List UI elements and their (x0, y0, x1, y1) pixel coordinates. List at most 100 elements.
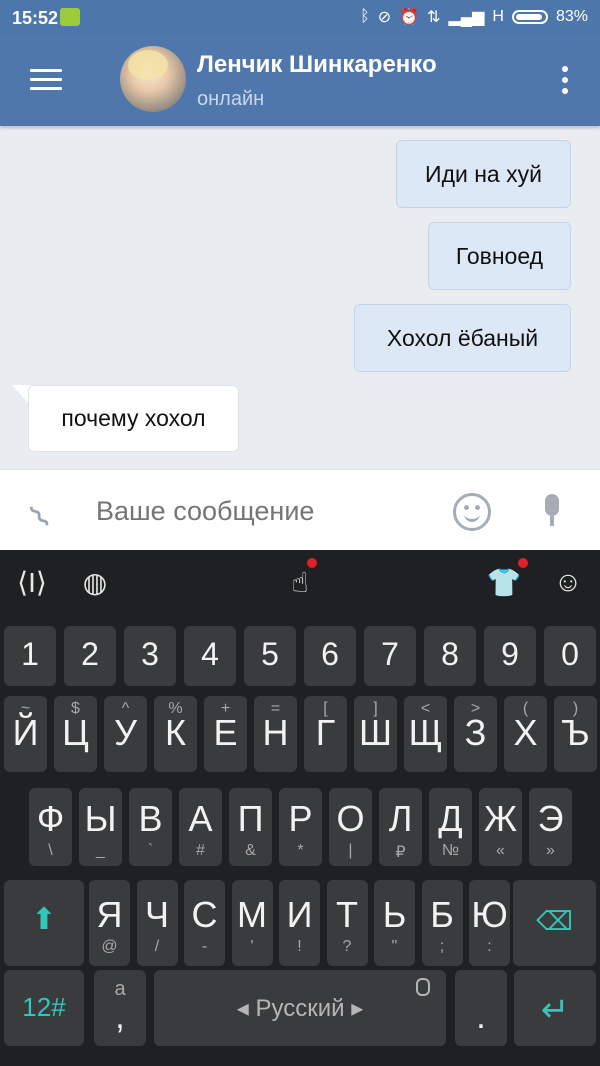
key-label: Ш (359, 712, 392, 753)
key-label: 3 (141, 636, 159, 672)
emoji-icon[interactable] (453, 493, 491, 531)
key-7[interactable]: 7 (364, 626, 416, 686)
key-У[interactable]: ^ У (104, 696, 147, 772)
shift-icon: ⬆ (31, 903, 57, 936)
key-Ъ[interactable]: ) Ъ (554, 696, 597, 772)
key-8[interactable]: 8 (424, 626, 476, 686)
key-Ы[interactable]: Ы _ (79, 788, 122, 866)
key-label: У (114, 712, 137, 753)
backspace-key[interactable]: ⌫ (513, 880, 596, 966)
key-label: 0 (561, 636, 579, 672)
cursor-icon[interactable]: ⟨I⟩ (12, 566, 52, 599)
theme-shirt-icon[interactable]: 👕 (484, 566, 524, 599)
message-bubble-outgoing[interactable]: Говноед (428, 222, 571, 290)
key-5[interactable]: 5 (244, 626, 296, 686)
key-М[interactable]: М ' (231, 880, 273, 966)
key-Р[interactable]: Р * (279, 788, 322, 866)
key-Э[interactable]: Э» (529, 788, 572, 866)
key-Ж[interactable]: Ж « (479, 788, 522, 866)
key-П[interactable]: П & (229, 788, 272, 866)
globe-icon[interactable]: ◍ (75, 566, 115, 599)
key-label: О (336, 798, 365, 839)
symbols-key[interactable]: 12# (4, 970, 84, 1046)
more-options-icon[interactable] (562, 66, 568, 99)
key-label: Ы (84, 798, 117, 839)
key-label: Х (513, 712, 538, 753)
key-Щ[interactable]: < Щ (404, 696, 447, 772)
key-Ш[interactable]: ] Ш (354, 696, 397, 772)
key-label: Ж (483, 798, 518, 839)
key-Д[interactable]: Д № (429, 788, 472, 866)
microphone-icon[interactable] (542, 494, 562, 534)
key-Ф[interactable]: Ф \ (29, 788, 72, 866)
key-secondary-label: : (487, 938, 492, 955)
key-Ч[interactable]: Ч / (136, 880, 178, 966)
attach-icon[interactable]: ⌇ (22, 486, 72, 537)
voice-input-icon[interactable] (416, 978, 430, 996)
symbols-label: 12# (22, 992, 66, 1022)
key-9[interactable]: 9 (484, 626, 536, 686)
comma-key[interactable]: a , (94, 970, 146, 1046)
key-Й[interactable]: ~ Й (4, 696, 47, 772)
key-6[interactable]: 6 (304, 626, 356, 686)
message-bubble-outgoing[interactable]: Хохол ёбаный (354, 304, 571, 372)
key-label: 1 (21, 636, 39, 672)
key-О[interactable]: О | (329, 788, 372, 866)
key-Я[interactable]: Я @ (89, 880, 130, 966)
mute-icon: ⊘ (377, 9, 392, 26)
enter-key[interactable]: ↵ (514, 970, 596, 1046)
avatar[interactable] (120, 46, 186, 112)
key-Л[interactable]: Л ₽ (379, 788, 422, 866)
key-С[interactable]: С- (184, 880, 225, 966)
key-Ц[interactable]: $ Ц (54, 696, 97, 772)
message-bubble-outgoing[interactable]: Иди на хуй (396, 140, 571, 208)
backspace-icon: ⌫ (536, 906, 573, 936)
gesture-icon[interactable]: ☝ (280, 566, 320, 599)
key-secondary-label: ! (297, 938, 302, 955)
key-В[interactable]: В ` (129, 788, 172, 866)
key-label: Ъ (561, 712, 590, 753)
battery-percent: 83% (555, 8, 588, 25)
key-Х[interactable]: (Х (504, 696, 547, 772)
period-label: . (476, 998, 486, 1036)
key-Т[interactable]: Т? (326, 880, 368, 966)
key-label: 4 (201, 636, 219, 672)
key-2[interactable]: 2 (64, 626, 116, 686)
key-label: 9 (501, 636, 519, 672)
key-1[interactable]: 1 (4, 626, 56, 686)
status-icons: ᛒ ⊘ ⏰ ⇅ ▂▄▆ H 83% (360, 7, 588, 27)
key-А[interactable]: А # (179, 788, 222, 866)
key-secondary-label: ₽ (395, 844, 406, 861)
chat-header: Ленчик Шинкаренко онлайн (0, 36, 600, 126)
message-bubble-incoming[interactable]: почему хохол (28, 385, 239, 452)
emoji-keyboard-icon[interactable]: ☺ (548, 566, 588, 598)
keyboard-toolbar: ⟨I⟩ ◍ ☝ 👕 ☺ (0, 550, 600, 620)
key-label: 8 (441, 636, 459, 672)
key-secondary-label: ; (439, 938, 445, 955)
key-label: М (237, 894, 267, 935)
key-Н[interactable]: = Н (254, 696, 297, 772)
key-Ь[interactable]: Ь " (374, 880, 415, 966)
key-З[interactable]: > З (454, 696, 497, 772)
contact-name[interactable]: Ленчик Шинкаренко (197, 51, 437, 79)
key-Г[interactable]: [Г (304, 696, 347, 772)
key-К[interactable]: % К (154, 696, 197, 772)
alarm-icon: ⏰ (399, 9, 420, 26)
key-Ю[interactable]: Ю: (469, 880, 510, 966)
network-type: H (492, 8, 504, 25)
key-3[interactable]: 3 (124, 626, 176, 686)
key-0[interactable]: 0 (544, 626, 596, 686)
shift-key[interactable]: ⬆ (4, 880, 84, 966)
key-label: Й (12, 712, 39, 753)
key-4[interactable]: 4 (184, 626, 236, 686)
space-key[interactable]: ◂ Русский ▸ (154, 970, 446, 1046)
menu-icon[interactable] (30, 69, 62, 91)
key-secondary-label: ` (147, 842, 154, 859)
key-secondary-label: » (546, 842, 555, 859)
key-secondary-label: ? (342, 938, 352, 955)
key-Б[interactable]: Б; (421, 880, 463, 966)
message-input[interactable] (96, 496, 426, 527)
key-И[interactable]: И! (279, 880, 320, 966)
period-key[interactable]: . (455, 970, 507, 1046)
key-Е[interactable]: + Е (204, 696, 247, 772)
